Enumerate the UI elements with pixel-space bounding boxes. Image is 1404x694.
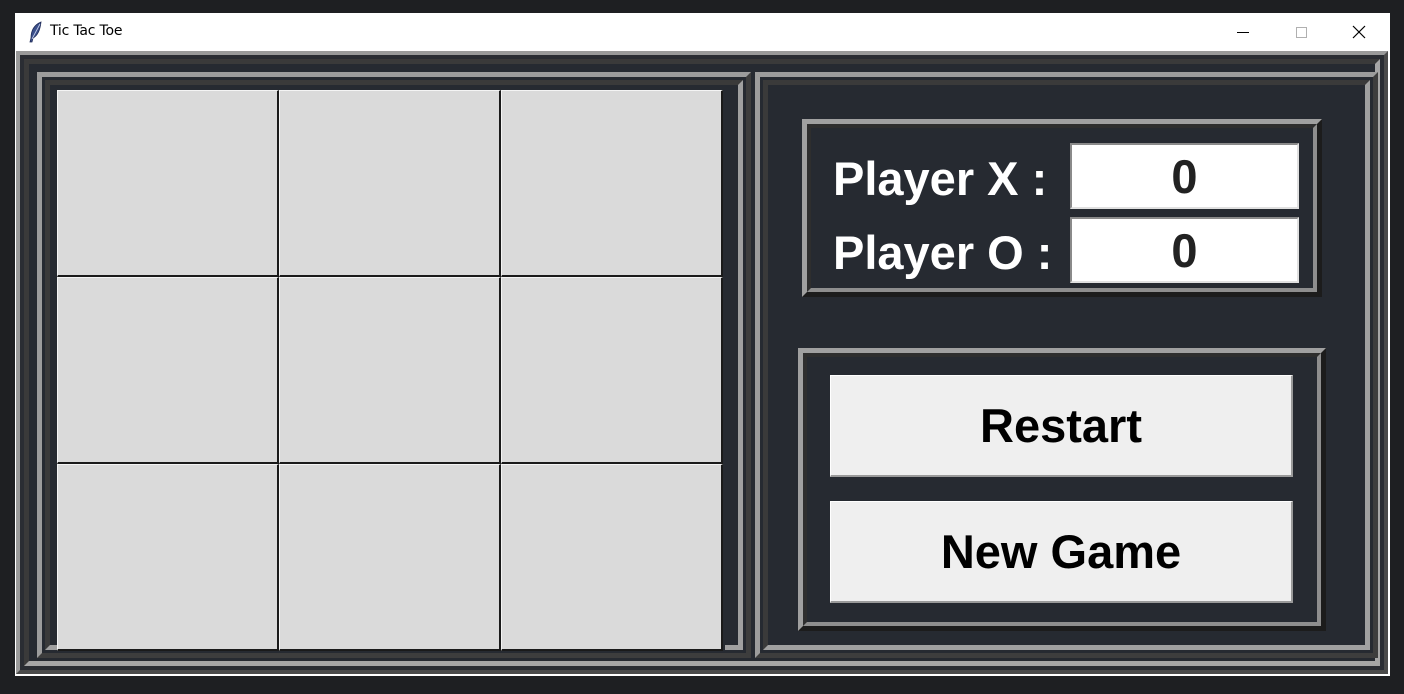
new-game-button[interactable]: New Game (830, 501, 1293, 603)
board-cell-1[interactable] (57, 90, 279, 277)
board-cell-9[interactable] (501, 464, 723, 651)
board-cell-2[interactable] (279, 90, 501, 277)
board-cell-3[interactable] (501, 90, 723, 277)
player-x-score-row: Player X : 0 (833, 143, 1313, 209)
controls-panel-inner: Restart New Game (803, 353, 1321, 626)
title-bar[interactable]: Tic Tac Toe (15, 13, 1390, 51)
window-title: Tic Tac Toe (50, 23, 123, 39)
close-icon (1352, 25, 1366, 39)
side-panel-inner: Player X : 0 Player O : 0 Restart New Ga… (763, 80, 1370, 650)
side-panel: Player X : 0 Player O : 0 Restart New Ga… (755, 72, 1378, 658)
player-o-score: 0 (1070, 217, 1299, 283)
board-cell-7[interactable] (57, 464, 279, 651)
maximize-icon (1296, 27, 1307, 38)
scoreboard: Player X : 0 Player O : 0 (802, 119, 1322, 297)
feather-icon (28, 21, 44, 43)
minimize-icon (1237, 32, 1249, 33)
scoreboard-inner: Player X : 0 Player O : 0 (807, 124, 1317, 292)
maximize-button[interactable] (1272, 13, 1330, 51)
board-cell-4[interactable] (57, 277, 279, 464)
player-x-score: 0 (1070, 143, 1299, 209)
main-content: Player X : 0 Player O : 0 Restart New Ga… (16, 51, 1388, 674)
player-o-label: Player O : (833, 226, 1053, 279)
player-o-score-row: Player O : 0 (833, 217, 1313, 283)
main-content-inner: Player X : 0 Player O : 0 Restart New Ga… (24, 59, 1380, 666)
minimize-button[interactable] (1214, 13, 1272, 51)
controls-panel: Restart New Game (798, 348, 1326, 631)
close-button[interactable] (1330, 13, 1388, 51)
player-x-label: Player X : (833, 152, 1048, 205)
board-frame-inner (45, 80, 743, 653)
board-cell-5[interactable] (279, 277, 501, 464)
restart-button[interactable]: Restart (830, 375, 1293, 477)
app-window: Tic Tac Toe Player X: 0 Player O: 0 Re… (15, 13, 1390, 676)
game-board (57, 90, 725, 653)
board-cell-6[interactable] (501, 277, 723, 464)
board-cell-8[interactable] (279, 464, 501, 651)
board-frame (37, 72, 751, 658)
